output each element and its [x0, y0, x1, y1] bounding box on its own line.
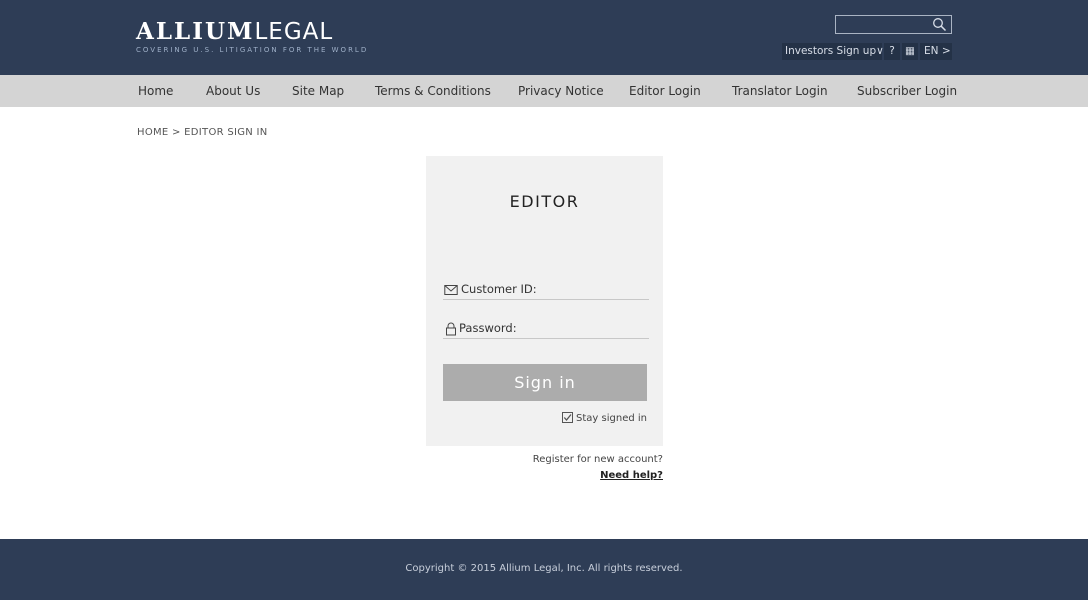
lock-icon — [444, 321, 458, 336]
site-header: ALLIUMLEGAL COVERING U.S. LITIGATION FOR… — [0, 0, 1088, 75]
stay-signed-in-label: Stay signed in — [576, 413, 647, 424]
sign-in-button[interactable]: Sign in — [443, 364, 647, 401]
search-box — [835, 15, 952, 34]
logo-bold-text: ALLIUM — [136, 18, 255, 45]
nav-translator-login[interactable]: Translator Login — [732, 75, 828, 107]
site-logo[interactable]: ALLIUMLEGAL COVERING U.S. LITIGATION FOR… — [136, 18, 369, 55]
nav-site-map[interactable]: Site Map — [292, 75, 344, 107]
nav-terms-conditions[interactable]: Terms & Conditions — [375, 75, 491, 107]
need-help-link[interactable]: Need help? — [600, 470, 663, 481]
password-input[interactable] — [543, 319, 647, 337]
copyright-text: Copyright © 2015 Allium Legal, Inc. All … — [405, 563, 683, 574]
nav-subscriber-login[interactable]: Subscriber Login — [857, 75, 957, 107]
nav-home[interactable]: Home — [138, 75, 173, 107]
login-panel: EDITOR Customer ID: Password: Sign in St… — [426, 156, 663, 446]
envelope-icon — [444, 282, 458, 296]
nav-about-us[interactable]: About Us — [206, 75, 260, 107]
language-selector[interactable]: EN > — [920, 43, 952, 60]
login-title: EDITOR — [509, 192, 580, 211]
nav-privacy-notice[interactable]: Privacy Notice — [518, 75, 604, 107]
customer-id-input[interactable] — [543, 280, 647, 298]
password-field: Password: — [443, 319, 649, 339]
search-input[interactable] — [836, 16, 931, 33]
customer-id-label: Customer ID: — [461, 282, 537, 296]
investors-signup-dropdown[interactable]: Investors Sign up∨ — [782, 43, 884, 60]
grid-icon[interactable]: ▦ — [902, 43, 918, 60]
nav-editor-login[interactable]: Editor Login — [629, 75, 701, 107]
site-footer: Copyright © 2015 Allium Legal, Inc. All … — [0, 539, 1088, 600]
logo-wordmark: ALLIUMLEGAL — [136, 18, 368, 45]
register-link[interactable]: Register for new account? — [533, 454, 663, 465]
customer-id-field: Customer ID: — [443, 280, 649, 300]
checkbox-checked-icon[interactable] — [562, 412, 574, 423]
password-label: Password: — [459, 321, 517, 335]
help-button[interactable]: ? — [884, 43, 900, 60]
logo-tagline: COVERING U.S. LITIGATION FOR THE WORLD — [136, 46, 369, 54]
stay-signed-in-checkbox[interactable]: Stay signed in — [562, 412, 647, 424]
search-icon[interactable] — [932, 17, 947, 32]
main-nav: Home About Us Site Map Terms & Condition… — [0, 75, 1088, 107]
logo-light-text: LEGAL — [254, 19, 334, 45]
breadcrumb: HOME > EDITOR SIGN IN — [137, 127, 268, 138]
